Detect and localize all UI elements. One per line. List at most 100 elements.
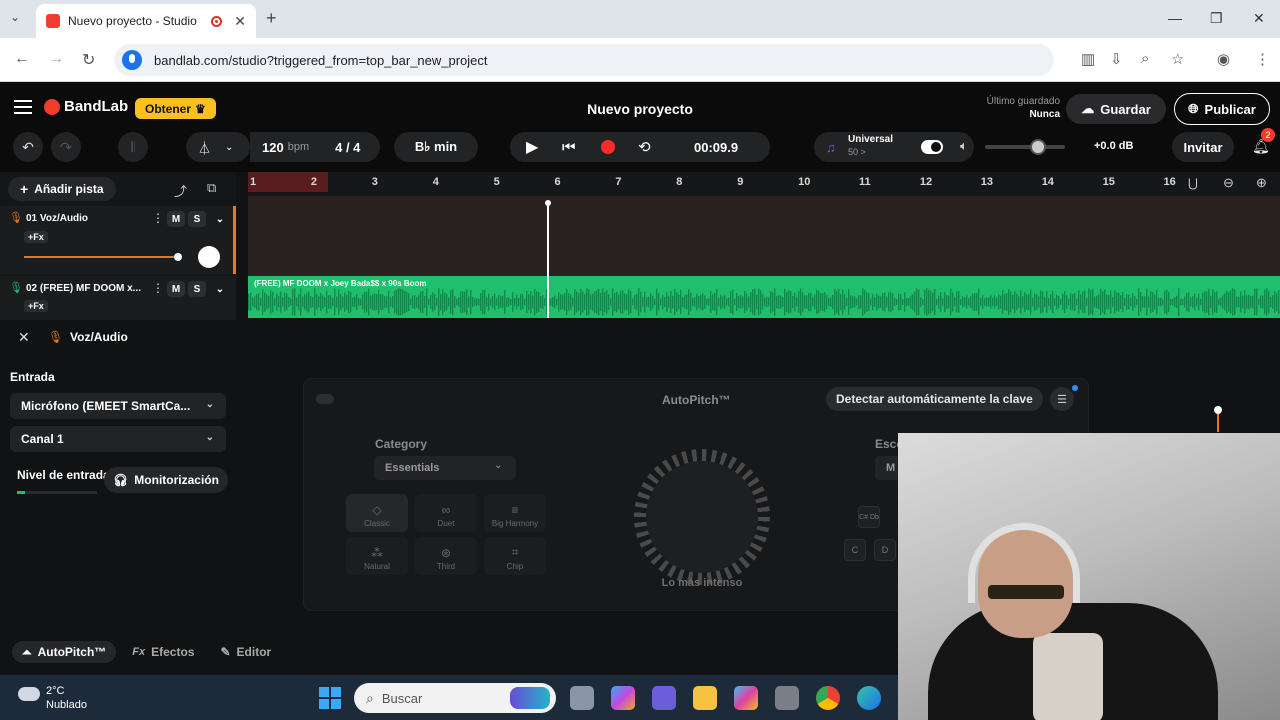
track-volume-handle[interactable] <box>174 253 182 261</box>
menu-kebab-icon[interactable]: ⋮ <box>1255 50 1270 68</box>
weather-widget[interactable]: 2°C Nublado <box>46 684 87 712</box>
add-track-button[interactable]: + Añadir pista <box>8 177 116 201</box>
tempo-signature[interactable]: 120 bpm 4 / 4 <box>250 132 380 162</box>
preset-third[interactable]: ⊛ Third <box>415 537 477 575</box>
tempo-value[interactable]: 120 <box>262 140 284 155</box>
piano-keyboard-button[interactable]: 𝄃 <box>118 132 148 162</box>
audio-clip[interactable]: (FREE) MF DOOM x Joey Bada$$ x 90s Boom <box>248 276 1280 318</box>
copilot-icon[interactable] <box>611 686 635 710</box>
tab-editor[interactable]: ✎ Editor <box>210 641 281 663</box>
intensity-knob[interactable] <box>634 449 770 585</box>
play-icon[interactable]: ▶ <box>526 137 538 157</box>
zoom-icon[interactable]: ⌕ <box>1141 50 1149 67</box>
solo-button[interactable]: S <box>188 281 206 297</box>
tab-autopitch[interactable]: ⏶ AutoPitch™ <box>12 641 117 663</box>
reload-icon[interactable]: ↻ <box>82 50 95 70</box>
edge-icon[interactable] <box>857 686 881 710</box>
add-fx-button[interactable]: +Fx <box>24 231 48 243</box>
track-row-beat[interactable]: 🎙︎ 02 (FREE) MF DOOM x... ⋮ M S ⌄ +Fx <box>0 276 236 320</box>
track-menu-icon[interactable]: ⋮ <box>152 281 164 295</box>
track-settings-icon[interactable]: ⧉ <box>207 180 216 196</box>
get-membership-button[interactable]: Obtener ♛ <box>135 98 216 119</box>
track-name[interactable]: 02 (FREE) MF DOOM x... <box>26 283 141 294</box>
automation-icon[interactable]: ⤴ <box>174 181 187 200</box>
playhead[interactable] <box>545 200 551 318</box>
time-signature[interactable]: 4 / 4 <box>335 140 360 155</box>
preset-classic[interactable]: ◇ Classic <box>346 494 408 532</box>
snap-magnet-icon[interactable]: ⋃ <box>1188 176 1198 190</box>
mute-button[interactable]: M <box>167 211 185 227</box>
preset-toggle[interactable] <box>921 140 943 154</box>
speaker-icon[interactable]: 🔈︎ <box>960 138 968 154</box>
key-d[interactable]: D <box>874 539 896 561</box>
track-name[interactable]: 01 Voz/Audio <box>26 213 88 224</box>
preset-chip[interactable]: ⌗ Chip <box>484 537 546 575</box>
preset-natural[interactable]: ⁂ Natural <box>346 537 408 575</box>
taskbar-search[interactable]: ⌕ Buscar <box>354 683 556 713</box>
skip-to-start-icon[interactable]: ⏮ <box>562 139 576 156</box>
preset-duet[interactable]: ∞ Duet <box>415 494 477 532</box>
expand-chevron-icon[interactable]: ⌄ <box>211 211 229 227</box>
loop-icon[interactable]: ⟲ <box>638 138 651 156</box>
undo-button[interactable]: ↶ <box>13 132 43 162</box>
pan-knob[interactable] <box>198 246 220 268</box>
install-app-icon[interactable]: ⇩ <box>1110 50 1123 68</box>
output-level-handle[interactable] <box>1214 406 1222 414</box>
master-volume-slider[interactable] <box>985 145 1065 149</box>
browser-tab[interactable]: Nuevo proyecto - Studio ✕ <box>36 4 256 38</box>
microphone-app-icon[interactable] <box>775 686 799 710</box>
url-field[interactable]: bandlab.com/studio?triggered_from=top_ba… <box>114 44 1054 76</box>
microphone-permission-icon[interactable] <box>122 50 142 70</box>
bandlab-logo[interactable]: BandLab <box>44 98 128 115</box>
close-panel-icon[interactable]: ✕ <box>18 329 30 346</box>
track-volume-slider[interactable] <box>24 256 177 258</box>
preset-big-harmony[interactable]: ≡ Big Harmony <box>484 494 546 532</box>
monitoring-button[interactable]: 🎧︎ Monitorización <box>104 467 228 493</box>
close-tab-icon[interactable]: ✕ <box>234 13 246 30</box>
microsoft-365-icon[interactable] <box>734 686 758 710</box>
solo-button[interactable]: S <box>188 211 206 227</box>
autopitch-toggle[interactable] <box>316 394 334 404</box>
new-tab-button[interactable]: + <box>266 8 277 29</box>
preset-selector[interactable]: ♫ Universal 50 > <box>814 132 974 162</box>
tab-list-icon[interactable]: ⌄ <box>10 10 20 24</box>
back-icon[interactable]: ← <box>14 50 30 68</box>
forward-icon[interactable]: → <box>48 50 64 68</box>
profile-icon[interactable]: ◉ <box>1217 50 1230 68</box>
zoom-out-icon[interactable]: ⊖ <box>1223 175 1234 191</box>
detect-key-button[interactable]: Detectar automáticamente la clave <box>826 387 1043 411</box>
track-menu-icon[interactable]: ⋮ <box>152 211 164 225</box>
minimize-icon[interactable]: — <box>1168 10 1182 26</box>
invite-button[interactable]: Invitar <box>1172 132 1234 162</box>
chrome-icon[interactable] <box>816 686 840 710</box>
hamburger-menu-icon[interactable] <box>14 100 32 114</box>
tab-effects[interactable]: Fx Efectos <box>122 641 204 663</box>
start-windows-icon[interactable] <box>319 687 341 709</box>
channel-select[interactable]: Canal 1 ⌄ <box>10 426 226 452</box>
chevron-down-icon[interactable]: ⌄ <box>225 142 233 153</box>
publish-button[interactable]: 🌐︎ Publicar <box>1174 93 1270 125</box>
bookmark-star-icon[interactable]: ☆ <box>1171 50 1184 68</box>
track-row-voice[interactable]: 🎙︎ 01 Voz/Audio ⋮ M S ⌄ +Fx <box>0 206 236 274</box>
settings-sliders-icon[interactable]: ☰ <box>1050 387 1074 411</box>
teams-icon[interactable] <box>652 686 676 710</box>
key-c-sharp[interactable]: C# Db <box>858 506 880 528</box>
voice-track-lane[interactable] <box>248 196 1280 276</box>
cloud-weather-icon[interactable] <box>18 687 40 701</box>
timeline-ruler[interactable]: 1 2 3 4 5 6 7 8 9 10 11 12 13 14 15 16 ⋃ ⊖ ⊕ <box>248 172 1280 196</box>
file-explorer-icon[interactable] <box>693 686 717 710</box>
key-c[interactable]: C <box>844 539 866 561</box>
zoom-in-icon[interactable]: ⊕ <box>1256 175 1267 191</box>
task-view-icon[interactable] <box>570 686 594 710</box>
master-volume-handle[interactable] <box>1030 139 1046 155</box>
expand-chevron-icon[interactable]: ⌄ <box>211 281 229 297</box>
mute-button[interactable]: M <box>167 281 185 297</box>
project-title[interactable]: Nuevo proyecto <box>540 101 740 117</box>
redo-button[interactable]: ↷ <box>51 132 81 162</box>
input-device-select[interactable]: Micrófono (EMEET SmartCa... ⌄ <box>10 393 226 419</box>
metronome-button[interactable]: ⏃ ⌄ <box>186 132 250 162</box>
restore-icon[interactable]: ❐ <box>1210 10 1223 27</box>
add-fx-button[interactable]: +Fx <box>24 300 48 312</box>
record-button[interactable] <box>601 140 615 154</box>
reading-mode-icon[interactable]: ▥ <box>1081 50 1095 68</box>
